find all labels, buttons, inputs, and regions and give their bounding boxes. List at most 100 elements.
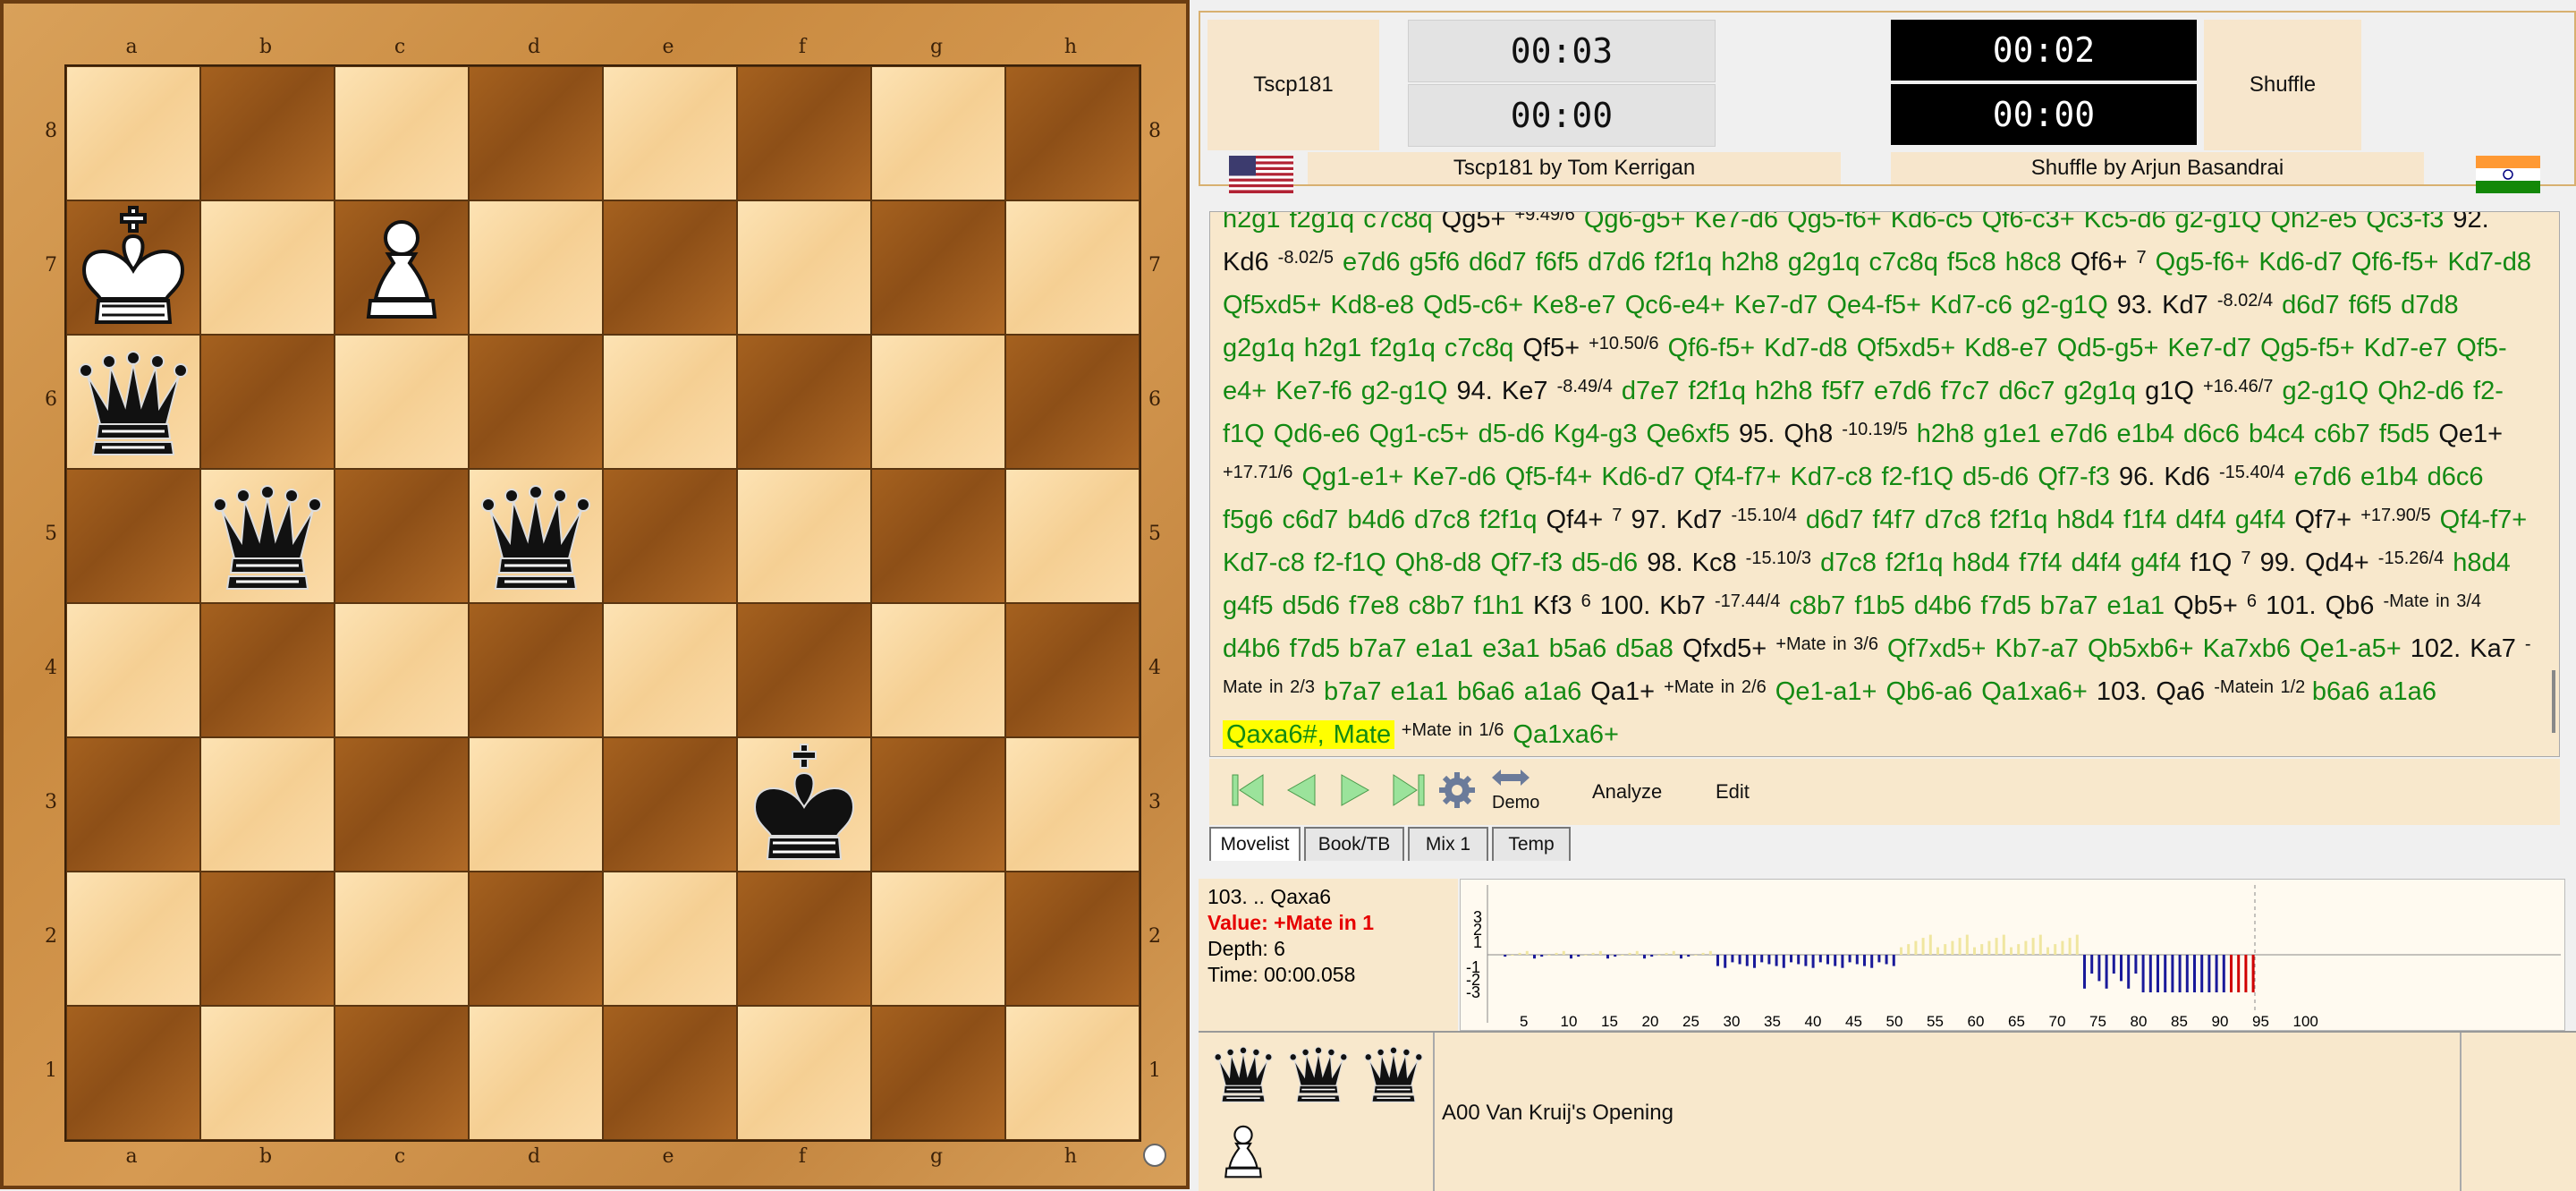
square-a2[interactable] <box>66 872 200 1006</box>
square-f8[interactable] <box>737 66 871 200</box>
move-token[interactable]: 97. Kd7 <box>1622 506 1731 534</box>
analyze-button[interactable]: Analyze <box>1592 780 1662 804</box>
tab-mix-1[interactable]: Mix 1 <box>1408 827 1488 861</box>
square-c1[interactable] <box>335 1006 469 1140</box>
square-f1[interactable] <box>737 1006 871 1140</box>
tab-movelist[interactable]: Movelist <box>1209 827 1301 861</box>
square-d8[interactable] <box>469 66 603 200</box>
square-g2[interactable] <box>871 872 1005 1006</box>
square-d4[interactable] <box>469 603 603 737</box>
settings-gear-icon[interactable] <box>1435 768 1479 812</box>
square-e7[interactable] <box>603 200 737 335</box>
square-a5[interactable] <box>66 469 200 603</box>
square-b1[interactable] <box>200 1006 335 1140</box>
first-move-icon[interactable] <box>1225 768 1270 812</box>
move-token[interactable]: Qg5+ <box>1442 212 1515 234</box>
black-queen-icon[interactable] <box>200 469 335 603</box>
move-token[interactable]: 94. Ke7 <box>1457 377 1557 405</box>
square-c6[interactable] <box>335 335 469 469</box>
square-e1[interactable] <box>603 1006 737 1140</box>
square-b3[interactable] <box>200 737 335 872</box>
square-d1[interactable] <box>469 1006 603 1140</box>
square-e8[interactable] <box>603 66 737 200</box>
edit-button[interactable]: Edit <box>1716 780 1750 804</box>
square-f5[interactable] <box>737 469 871 603</box>
move-token[interactable]: Qf5+ <box>1522 334 1589 362</box>
move-token[interactable]: Kf3 <box>1533 591 1581 620</box>
tab-temp[interactable]: Temp <box>1492 827 1571 861</box>
square-d7[interactable] <box>469 200 603 335</box>
movelist-panel[interactable]: h2g1 f2g1q c7c8q Qg5+ +9.49/6 Qg6-g5+ Ke… <box>1209 211 2560 757</box>
square-h8[interactable] <box>1005 66 1140 200</box>
square-h7[interactable] <box>1005 200 1140 335</box>
square-c8[interactable] <box>335 66 469 200</box>
square-a8[interactable] <box>66 66 200 200</box>
move-token[interactable]: 98. Kc8 <box>1647 549 1745 577</box>
square-b4[interactable] <box>200 603 335 737</box>
square-e6[interactable] <box>603 335 737 469</box>
square-c3[interactable] <box>335 737 469 872</box>
move-token[interactable]: 95. Qh8 <box>1739 420 1842 448</box>
previous-move-icon[interactable] <box>1279 768 1324 812</box>
demo-arrows-icon[interactable] <box>1488 766 1533 789</box>
square-g4[interactable] <box>871 603 1005 737</box>
movelist-scrollbar[interactable] <box>2552 670 2555 733</box>
move-token[interactable]: f1Q <box>2190 549 2241 577</box>
move-token[interactable]: Qfxd5+ <box>1682 634 1775 663</box>
square-h6[interactable] <box>1005 335 1140 469</box>
move-token[interactable]: g1Q <box>2145 377 2203 405</box>
move-token[interactable]: Qa1+ <box>1590 677 1664 706</box>
square-h4[interactable] <box>1005 603 1140 737</box>
square-f6[interactable] <box>737 335 871 469</box>
move-token[interactable]: 103. Qa6 <box>2097 677 2214 706</box>
demo-button[interactable]: Demo <box>1492 793 1539 813</box>
square-g8[interactable] <box>871 66 1005 200</box>
square-a3[interactable] <box>66 737 200 872</box>
white-pawn-icon[interactable] <box>335 200 469 335</box>
square-b7[interactable] <box>200 200 335 335</box>
square-c4[interactable] <box>335 603 469 737</box>
square-b6[interactable] <box>200 335 335 469</box>
square-d3[interactable] <box>469 737 603 872</box>
move-token[interactable]: 100. Kb7 <box>1591 591 1715 620</box>
square-b8[interactable] <box>200 66 335 200</box>
black-queen-icon[interactable] <box>469 469 603 603</box>
current-move-highlight[interactable]: Qaxa6#, Mate <box>1223 720 1395 749</box>
evaluation-graph[interactable]: 3 2 1 -1 -2 -3 5 10 15 20 25 30 35 40 45 50 55 60 65 70 75 80… <box>1460 879 2565 1031</box>
tab-book-tb[interactable]: Book/TB <box>1304 827 1404 861</box>
square-a1[interactable] <box>66 1006 200 1140</box>
square-c2[interactable] <box>335 872 469 1006</box>
square-b2[interactable] <box>200 872 335 1006</box>
move-token[interactable]: 96. Kd6 <box>2119 463 2219 491</box>
square-d6[interactable] <box>469 335 603 469</box>
square-g6[interactable] <box>871 335 1005 469</box>
square-h3[interactable] <box>1005 737 1140 872</box>
white-king-icon[interactable] <box>66 200 200 335</box>
move-token[interactable]: 101. Qb6 <box>2257 591 2383 620</box>
last-move-icon[interactable] <box>1386 768 1431 812</box>
move-token[interactable]: Qf4+ <box>1546 506 1613 534</box>
square-d2[interactable] <box>469 872 603 1006</box>
square-c5[interactable] <box>335 469 469 603</box>
move-token[interactable]: Qb5+ <box>2174 591 2247 620</box>
move-token[interactable]: 93. Kd7 <box>2117 291 2217 319</box>
next-move-icon[interactable] <box>1333 768 1377 812</box>
square-g5[interactable] <box>871 469 1005 603</box>
square-f7[interactable] <box>737 200 871 335</box>
move-token[interactable]: 99. Qd4+ <box>2251 549 2378 577</box>
square-f4[interactable] <box>737 603 871 737</box>
chess-board[interactable] <box>64 64 1141 1142</box>
move-token[interactable]: Qf6+ <box>2071 248 2137 276</box>
black-king-icon[interactable] <box>737 737 871 872</box>
move-token[interactable]: Qe1+ <box>2438 420 2503 448</box>
square-a4[interactable] <box>66 603 200 737</box>
square-g7[interactable] <box>871 200 1005 335</box>
square-e3[interactable] <box>603 737 737 872</box>
square-e5[interactable] <box>603 469 737 603</box>
square-e4[interactable] <box>603 603 737 737</box>
square-g3[interactable] <box>871 737 1005 872</box>
square-g1[interactable] <box>871 1006 1005 1140</box>
square-e2[interactable] <box>603 872 737 1006</box>
square-f2[interactable] <box>737 872 871 1006</box>
black-queen-icon[interactable] <box>66 335 200 469</box>
